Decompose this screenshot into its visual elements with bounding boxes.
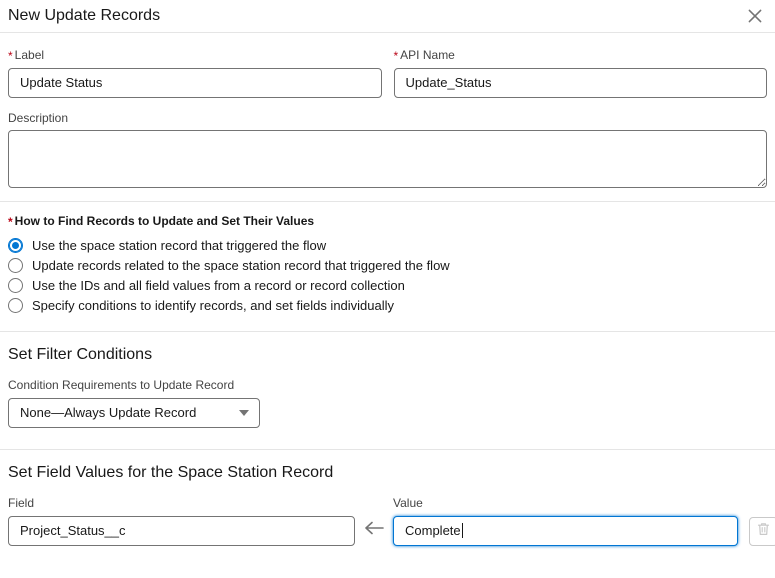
modal-body: *Label *API Name Description bbox=[0, 48, 775, 189]
label-field-label: * Label bbox=[8, 48, 45, 63]
close-button[interactable] bbox=[744, 5, 766, 27]
required-asterisk: * bbox=[8, 215, 13, 230]
page-title: New Update Records bbox=[8, 7, 161, 24]
value-column-label: Value bbox=[393, 496, 423, 511]
set-filter-conditions-section: Set Filter Conditions Condition Requirem… bbox=[0, 332, 775, 428]
api-name-field-label: * API Name bbox=[393, 48, 455, 63]
name-fields-row: *Label *API Name bbox=[8, 48, 767, 98]
delete-row-button[interactable] bbox=[749, 516, 775, 546]
radio-option-triggering-record[interactable]: Use the space station record that trigge… bbox=[8, 235, 767, 255]
assignment-arrow bbox=[355, 516, 393, 546]
radio-option-ids-and-field-values[interactable]: Use the IDs and all field values from a … bbox=[8, 275, 767, 295]
radio-option-related-records[interactable]: Update records related to the space stat… bbox=[8, 255, 767, 275]
radio-option-label: Use the IDs and all field values from a … bbox=[32, 277, 405, 293]
radio-option-label: Use the space station record that trigge… bbox=[32, 237, 327, 253]
radio-option-label: Specify conditions to identify records, … bbox=[32, 297, 395, 313]
field-value-row: Field Value Complete bbox=[8, 496, 775, 546]
radio-icon bbox=[8, 237, 23, 253]
modal-header: New Update Records bbox=[0, 0, 775, 33]
field-column: Field bbox=[8, 496, 355, 546]
filter-conditions-heading: Set Filter Conditions bbox=[8, 346, 153, 364]
description-field-group: Description bbox=[8, 111, 767, 189]
arrow-left-icon bbox=[364, 521, 384, 540]
radio-icon bbox=[8, 277, 23, 293]
field-values-heading: Set Field Values for the Space Station R… bbox=[8, 463, 334, 481]
description-textarea[interactable] bbox=[8, 130, 767, 189]
api-name-field-group: * API Name bbox=[393, 48, 767, 98]
radio-icon bbox=[8, 297, 23, 313]
field-column-label: Field bbox=[8, 496, 35, 511]
how-to-find-legend: * How to Find Records to Update and Set T… bbox=[8, 214, 315, 230]
condition-requirements-select-wrap: None—Always Update Record bbox=[8, 397, 260, 428]
field-input[interactable] bbox=[8, 515, 355, 546]
condition-requirements-value: None—Always Update Record bbox=[20, 405, 197, 421]
value-column: Value Complete bbox=[393, 496, 738, 546]
text-cursor bbox=[461, 523, 463, 539]
set-field-values-section: Set Field Values for the Space Station R… bbox=[0, 450, 775, 546]
condition-requirements-select[interactable]: None—Always Update Record bbox=[8, 397, 260, 428]
radio-option-specify-conditions[interactable]: Specify conditions to identify records, … bbox=[8, 295, 767, 315]
value-input[interactable]: Complete bbox=[393, 515, 738, 546]
description-field-label: Description bbox=[8, 110, 69, 125]
required-asterisk: * bbox=[393, 49, 399, 63]
radio-option-label: Update records related to the space stat… bbox=[32, 257, 450, 273]
api-name-input[interactable] bbox=[393, 67, 767, 98]
label-field-group: * Label bbox=[8, 48, 382, 98]
radio-icon bbox=[8, 257, 23, 273]
condition-requirements-label: Condition Requirements to Update Record bbox=[8, 378, 235, 393]
how-to-find-records-section: * How to Find Records to Update and Set T… bbox=[0, 202, 775, 315]
label-input[interactable] bbox=[8, 67, 382, 98]
value-input-text: Complete bbox=[405, 523, 461, 539]
close-icon bbox=[748, 9, 762, 23]
trash-icon bbox=[757, 522, 770, 541]
required-asterisk: * bbox=[8, 49, 13, 63]
